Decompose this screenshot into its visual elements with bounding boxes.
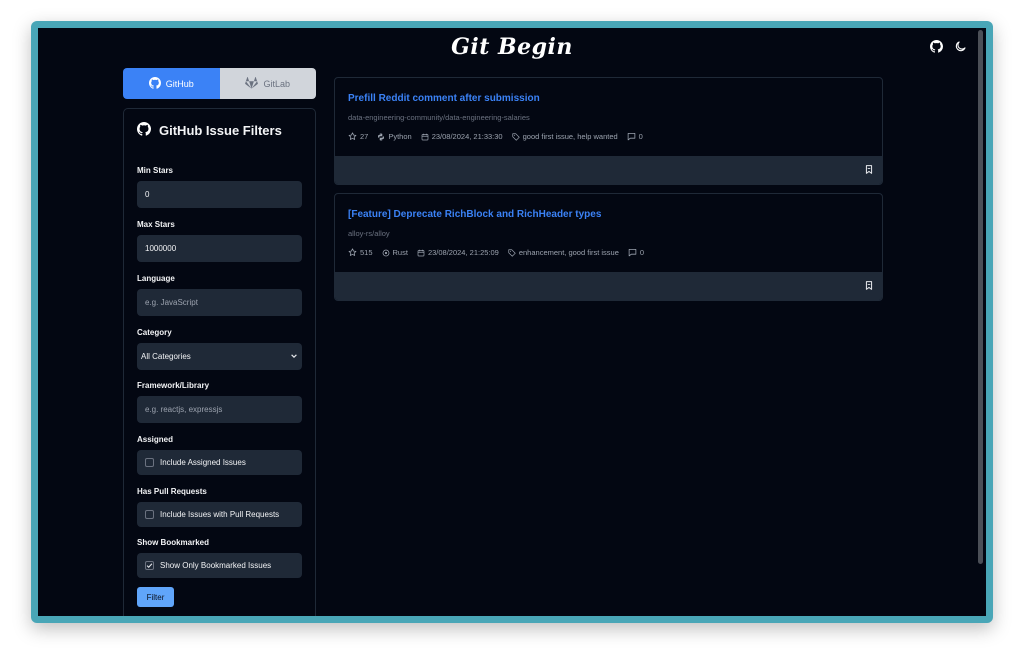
- calendar-icon: [421, 133, 429, 140]
- scrollbar[interactable]: [978, 30, 983, 564]
- filters-title-text: GitHub Issue Filters: [159, 123, 282, 138]
- issue-labels: enhancement, good first issue: [518, 248, 619, 257]
- gitlab-icon: [245, 76, 259, 91]
- issue-title[interactable]: Prefill Reddit comment after submission: [348, 93, 540, 104]
- language-meta: Python: [377, 132, 412, 141]
- filters-panel: GitHub Issue Filters Min Stars 0 Max Sta…: [123, 108, 316, 616]
- assigned-checkbox[interactable]: [145, 458, 154, 467]
- app-window: Git Begin GitHub GitLab GitHub Issue Fil…: [38, 28, 986, 616]
- max-stars-label: Max Stars: [137, 220, 175, 229]
- moon-icon[interactable]: [955, 41, 966, 52]
- comments-count: 0: [639, 248, 645, 257]
- category-select[interactable]: All Categories: [137, 343, 302, 370]
- issue-card: Prefill Reddit comment after submission …: [334, 77, 883, 185]
- bookmarked-label: Show Bookmarked: [137, 538, 210, 547]
- date-meta: 23/08/2024, 21:25:09: [417, 248, 499, 257]
- assigned-checkbox-row[interactable]: Include Assigned Issues: [137, 450, 302, 475]
- issue-card: [Feature] Deprecate RichBlock and RichHe…: [334, 193, 883, 301]
- min-stars-label: Min Stars: [137, 166, 174, 175]
- comment-icon: [628, 249, 637, 257]
- max-stars-input[interactable]: 1000000: [137, 235, 302, 262]
- tab-gitlab[interactable]: GitLab: [219, 68, 316, 99]
- filters-title: GitHub Issue Filters: [137, 122, 302, 139]
- comment-icon: [627, 133, 635, 141]
- star-icon: [348, 132, 357, 140]
- assigned-label: Assigned: [137, 435, 174, 444]
- stars-meta: 27: [348, 132, 368, 141]
- filter-button[interactable]: Filter: [137, 587, 174, 607]
- tag-icon: [512, 132, 520, 141]
- platform-tabs: GitHub GitLab: [123, 68, 316, 99]
- calendar-icon: [417, 249, 425, 256]
- python-icon: [378, 133, 385, 140]
- tag-icon: [508, 248, 516, 257]
- issue-footer: [335, 156, 882, 184]
- bookmark-icon[interactable]: [865, 165, 873, 174]
- language-label: Language: [137, 274, 175, 283]
- framework-label: Framework/Library: [137, 381, 210, 390]
- pr-checkbox-label: Include Issues with Pull Requests: [160, 510, 280, 519]
- category-select-value: All Categories: [141, 352, 191, 361]
- header-actions: [930, 40, 966, 53]
- github-icon: [137, 122, 151, 139]
- bookmarked-checkbox-row[interactable]: Show Only Bookmarked Issues: [137, 553, 302, 578]
- issue-title[interactable]: [Feature] Deprecate RichBlock and RichHe…: [348, 209, 601, 220]
- comments-meta: 0: [627, 132, 643, 141]
- category-label: Category: [137, 328, 172, 337]
- stars-count: 27: [360, 132, 369, 141]
- issue-repo: data-engineering-community/data-engineer…: [348, 113, 530, 122]
- app-title: Git Begin: [451, 34, 573, 60]
- language-name: Rust: [392, 248, 408, 257]
- tab-github-label: GitHub: [165, 78, 194, 89]
- issue-meta: 515 Rust 23/08/2024, 21:25:09 enhancemen…: [348, 248, 644, 257]
- language-input[interactable]: e.g. JavaScript: [137, 289, 302, 316]
- issue-meta: 27 Python 23/08/2024, 21:33:30 good firs…: [348, 132, 643, 141]
- chevron-down-icon: [290, 352, 298, 362]
- github-icon: [148, 76, 161, 91]
- rust-icon: [382, 249, 389, 256]
- issue-date: 23/08/2024, 21:25:09: [427, 248, 499, 257]
- stars-count: 515: [360, 248, 373, 257]
- github-icon[interactable]: [930, 40, 943, 53]
- bookmarked-checkbox-label: Show Only Bookmarked Issues: [160, 561, 272, 570]
- issue-footer: [335, 272, 882, 300]
- pr-checkbox[interactable]: [145, 510, 154, 519]
- check-icon: [146, 563, 153, 569]
- stars-meta: 515: [348, 248, 373, 257]
- issue-date: 23/08/2024, 21:33:30: [431, 132, 503, 141]
- date-meta: 23/08/2024, 21:33:30: [421, 132, 503, 141]
- tab-gitlab-label: GitLab: [263, 78, 291, 89]
- assigned-checkbox-label: Include Assigned Issues: [160, 458, 246, 467]
- language-meta: Rust: [382, 248, 408, 257]
- pr-label: Has Pull Requests: [137, 487, 207, 496]
- labels-meta: enhancement, good first issue: [508, 248, 619, 257]
- star-icon: [348, 248, 357, 256]
- framework-input[interactable]: e.g. reactjs, expressjs: [137, 396, 302, 423]
- comments-count: 0: [638, 132, 643, 141]
- tab-github[interactable]: GitHub: [123, 68, 220, 99]
- min-stars-input[interactable]: 0: [137, 181, 302, 208]
- labels-meta: good first issue, help wanted: [512, 132, 618, 141]
- bookmark-icon[interactable]: [865, 281, 873, 290]
- issue-labels: good first issue, help wanted: [522, 132, 618, 141]
- pr-checkbox-row[interactable]: Include Issues with Pull Requests: [137, 502, 302, 527]
- issue-repo: alloy-rs/alloy: [348, 229, 390, 238]
- language-name: Python: [388, 132, 412, 141]
- comments-meta: 0: [628, 248, 644, 257]
- bookmarked-checkbox[interactable]: [145, 561, 154, 570]
